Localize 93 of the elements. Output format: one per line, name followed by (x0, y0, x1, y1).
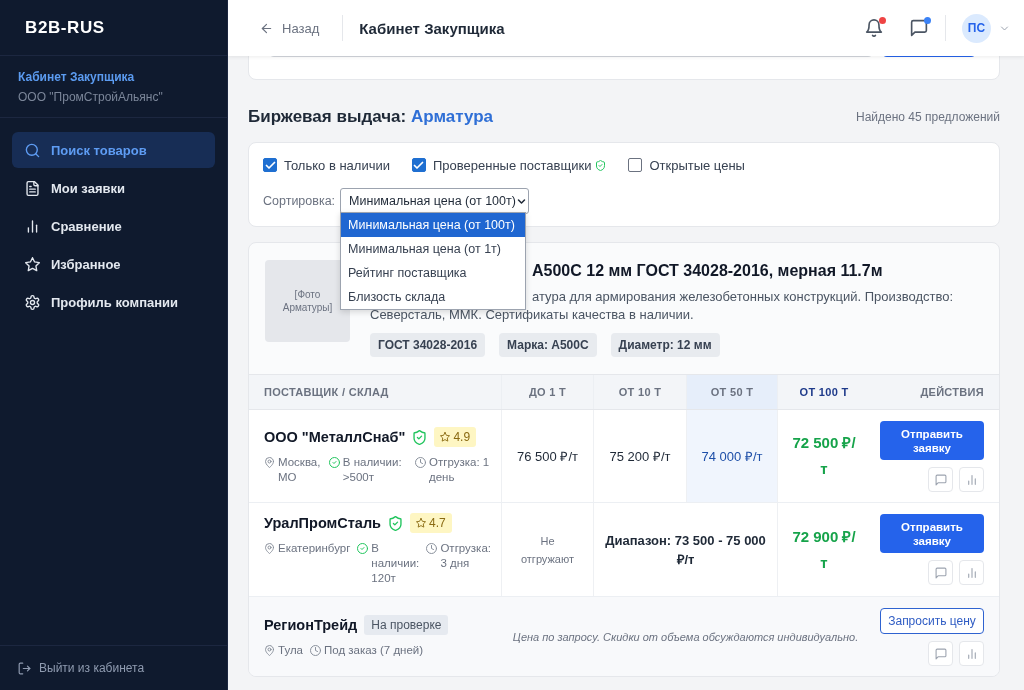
map-pin-icon (264, 543, 275, 554)
location-text: Екатеринбург (278, 541, 351, 556)
checkbox[interactable] (412, 158, 426, 172)
logo: B2B-RUS (25, 17, 105, 38)
bell-icon[interactable] (865, 19, 883, 37)
message-icon[interactable] (910, 19, 928, 37)
spec-tag: Диаметр: 12 мм (610, 333, 720, 357)
price-cell: 72 900 ₽/т (777, 503, 870, 596)
price-cell: Не отгружают (501, 503, 593, 596)
star-icon (416, 518, 427, 528)
comment-button[interactable] (928, 560, 953, 585)
price-note: Цена по запросу. Скидки от объема обсуждаются индивидуально. (511, 629, 860, 645)
account-role: Кабинет Закупщика (18, 70, 136, 84)
rating-value: 4.7 (429, 516, 446, 530)
supplier-name: ООО "МеталлСнаб" (264, 429, 406, 445)
checkbox-label[interactable]: Проверенные поставщики (433, 157, 592, 173)
price-cell: 74 000 ₽/т (686, 410, 777, 502)
compare-button[interactable] (959, 467, 984, 492)
supplier-name: РегионТрейд (264, 617, 358, 633)
shield-check-icon (595, 159, 607, 171)
nav-item[interactable]: Мои заявки (12, 170, 215, 206)
nav-item[interactable]: Сравнение (12, 208, 215, 244)
checkbox-label[interactable]: Только в наличии (284, 157, 390, 173)
nav-item[interactable]: Поиск товаров (12, 132, 215, 168)
search-icon (25, 142, 40, 158)
shipping-text: Отгрузка: 1 день (429, 455, 491, 485)
section-title: Биржевая выдача: Арматура (248, 107, 493, 127)
shipping-text: Отгрузка: 3 дня (440, 541, 491, 571)
dropdown-option[interactable]: Близость склада (341, 285, 526, 309)
column-header[interactable]: ДО 1 Т (501, 375, 593, 409)
price-cell: Диапазон: 73 500 - 75 000 ₽/т (593, 503, 777, 596)
dropdown-option[interactable]: Минимальная цена (от 100т) (341, 213, 526, 237)
compare-button[interactable] (959, 560, 984, 585)
dropdown-option[interactable]: Минимальная цена (от 1т) (341, 237, 526, 261)
logout-link[interactable]: Выйти из кабинета (18, 661, 145, 675)
map-pin-icon (264, 645, 275, 656)
back-button[interactable]: Назад (260, 20, 320, 36)
spec-tag: ГОСТ 34028-2016 (370, 333, 486, 357)
clock-icon (310, 645, 321, 656)
product-description: атура для армирования железобетонных конструкций. Производство: (532, 288, 954, 306)
photo-caption: [Фото Арматуры] (281, 288, 334, 314)
spec-tag: Марка: А500С (499, 333, 597, 357)
action-button[interactable]: Запросить цену (880, 608, 984, 634)
stock-text: В наличии: >500т (342, 455, 403, 485)
price-cell: 72 500 ₽/т (777, 410, 870, 502)
check-circle-icon (328, 457, 340, 468)
message-icon (934, 647, 947, 660)
company-name: ООО "ПромСтройАльянс" (18, 90, 164, 104)
location-text: Москва, МО (278, 455, 322, 485)
page-title: Кабинет Закупщика (359, 19, 505, 37)
bar-chart-icon (965, 566, 978, 579)
comment-button[interactable] (928, 467, 953, 492)
comment-button[interactable] (928, 641, 953, 666)
document-icon (25, 180, 40, 196)
rating-value: 4.9 (453, 430, 471, 444)
bar-chart-icon (965, 473, 978, 486)
supplier-name: УралПромСталь (264, 515, 382, 531)
user-avatar[interactable]: ПС (962, 13, 991, 43)
checkbox-label[interactable]: Открытые цены (649, 157, 745, 173)
nav-item[interactable]: Избранное (12, 246, 215, 282)
star-icon (25, 256, 40, 272)
star-icon (440, 432, 451, 442)
checkbox[interactable] (628, 158, 643, 172)
product-title: А500С 12 мм ГОСТ 34028-2016, мерная 11.7м (532, 261, 883, 281)
column-header[interactable]: ОТ 100 Т (777, 375, 870, 409)
action-button[interactable]: Отправить заявку (880, 514, 984, 553)
clock-icon (415, 457, 426, 468)
sort-label: Сортировка: (263, 194, 336, 208)
sort-select[interactable]: Минимальная цена (от 100т) (340, 188, 530, 214)
message-icon (934, 566, 947, 579)
product-description: Северсталь, ММК. Сертификаты качества в наличии. (370, 306, 694, 324)
location-text: Тула (278, 643, 303, 658)
dropdown-option[interactable]: Рейтинг поставщика (341, 261, 526, 285)
column-header[interactable]: ОТ 50 Т (686, 375, 777, 409)
stock-text: В наличии: 120т (371, 541, 420, 586)
column-header[interactable]: ПОСТАВЩИК / СКЛАД (249, 375, 501, 409)
price-cell: 76 500 ₽/т (501, 410, 593, 502)
column-header[interactable]: ДЕЙСТВИЯ (870, 375, 999, 409)
bar-chart-icon (25, 218, 40, 234)
checkbox[interactable] (263, 158, 277, 172)
gear-icon (25, 294, 40, 310)
check-circle-icon (357, 543, 369, 554)
results-count: Найдено 45 предложений (855, 110, 1000, 124)
map-pin-icon (264, 457, 275, 468)
compare-button[interactable] (959, 641, 984, 666)
action-button[interactable]: Отправить заявку (880, 421, 984, 460)
bar-chart-icon (965, 647, 978, 660)
message-icon (934, 473, 947, 486)
nav-item[interactable]: Профиль компании (12, 284, 215, 320)
clock-icon (426, 543, 438, 554)
shipping-text: Под заказ (7 дней) (324, 643, 424, 658)
exit-icon (18, 661, 31, 675)
status-badge: На проверке (364, 615, 449, 635)
